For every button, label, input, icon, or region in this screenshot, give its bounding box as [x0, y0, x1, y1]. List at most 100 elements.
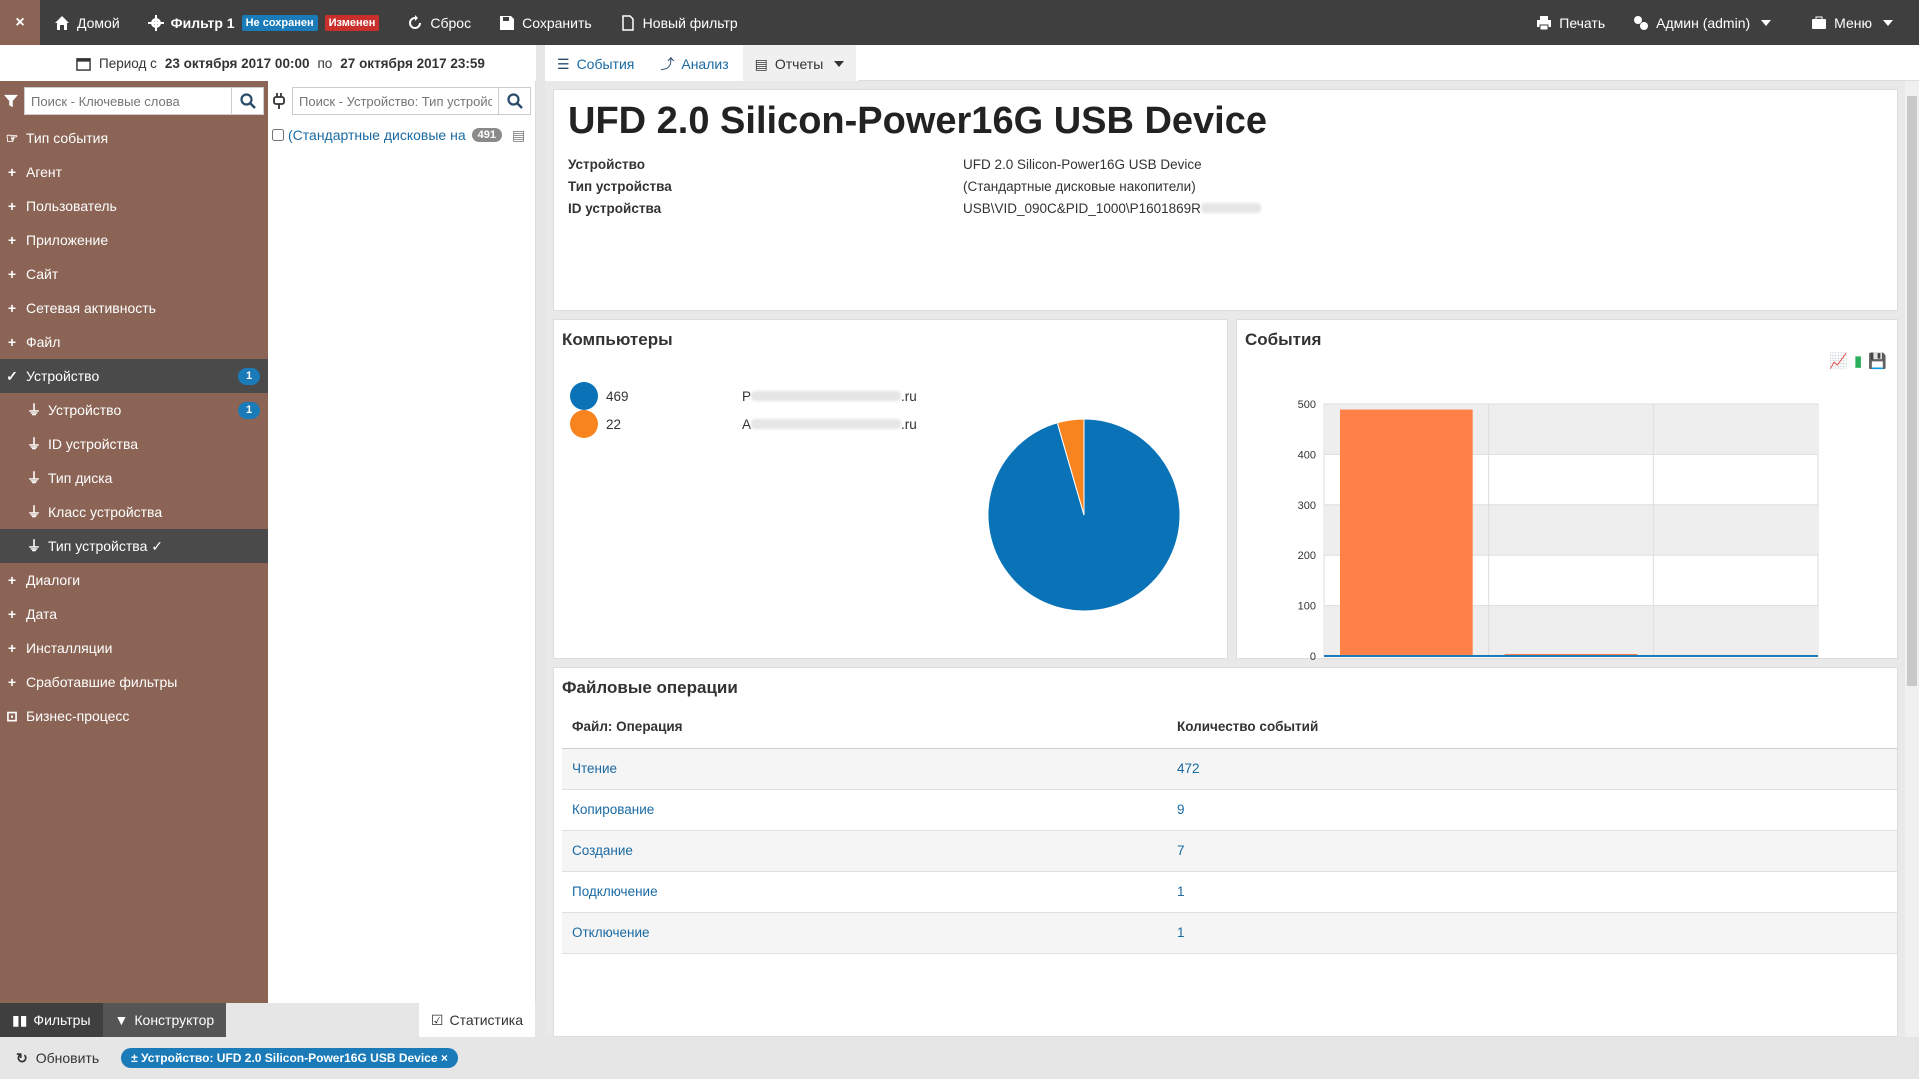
value-checkbox[interactable]: [272, 129, 284, 141]
scrollbar-thumb[interactable]: [1907, 96, 1917, 686]
filter-site[interactable]: + Сайт: [0, 257, 268, 291]
table-row[interactable]: Отключение 1: [562, 912, 1897, 954]
filter-date[interactable]: + Дата: [0, 597, 268, 631]
y-tick-label[interactable]: 0: [1310, 651, 1316, 660]
value-label: (Стандартные дисковые на: [288, 127, 466, 143]
period-prefix: Период с: [99, 55, 157, 71]
property-key: Тип устройства: [568, 178, 672, 194]
legend-item[interactable]: 22 A .ru: [570, 410, 917, 438]
count-cell[interactable]: 1: [1167, 912, 1897, 954]
print-icon: [1537, 15, 1552, 30]
active-filter-chip[interactable]: ± Устройство: UFD 2.0 Silicon-Power16G U…: [121, 1048, 458, 1068]
plug-icon: ⏚: [27, 504, 41, 520]
panel-splitter[interactable]: [536, 45, 545, 1003]
filter-label: Сайт: [26, 266, 59, 282]
table-row[interactable]: Подключение 1: [562, 871, 1897, 913]
filter-disk-type[interactable]: ⏚ Тип диска: [0, 461, 268, 495]
save-icon: [500, 15, 515, 30]
filter-agent[interactable]: + Агент: [0, 155, 268, 189]
y-tick-label[interactable]: 400: [1298, 449, 1316, 461]
events-bar-chart[interactable]: 5004003002001000Операции с файламиПерехв…: [1237, 360, 1899, 660]
operation-cell[interactable]: Создание: [562, 830, 1167, 872]
filter-user[interactable]: + Пользователь: [0, 189, 268, 223]
close-button[interactable]: ×: [0, 0, 40, 45]
filter-device-sub[interactable]: ⏚ Устройство 1: [0, 393, 268, 427]
print-label: Печать: [1559, 14, 1606, 31]
bar[interactable]: [1340, 409, 1473, 656]
count-cell[interactable]: 1: [1167, 871, 1897, 913]
checkbox-icon: ☑: [430, 1011, 444, 1028]
table-row[interactable]: Копирование 9: [562, 789, 1897, 831]
device-type-value[interactable]: (Стандартные дисковые на 491 ▤: [268, 121, 535, 149]
redacted-text: [751, 419, 902, 429]
main-menu[interactable]: Меню: [1797, 0, 1919, 45]
property-key: Устройство: [568, 156, 645, 172]
search-icon[interactable]: [231, 88, 263, 114]
count-cell[interactable]: 9: [1167, 789, 1897, 831]
table-row[interactable]: Чтение 472: [562, 748, 1897, 790]
filter-device-class[interactable]: ⏚ Класс устройства: [0, 495, 268, 529]
hand-icon: ☞: [5, 129, 19, 146]
y-tick-label[interactable]: 300: [1298, 500, 1316, 512]
funnel-icon: ▼: [114, 1012, 129, 1028]
refresh-button[interactable]: ↻ Обновить: [16, 1050, 99, 1067]
filter-device[interactable]: ✓ Устройство 1: [0, 359, 268, 393]
filter-file[interactable]: + Файл: [0, 325, 268, 359]
file-icon: [621, 14, 634, 31]
filter-menu[interactable]: Фильтр 1 Не сохранен Изменен: [134, 0, 394, 45]
column-header[interactable]: Файл: Операция: [562, 706, 1167, 749]
count-cell[interactable]: 7: [1167, 830, 1897, 872]
calendar-icon: [76, 57, 91, 71]
filter-label: Тип диска: [48, 470, 113, 486]
filter-installs[interactable]: + Инсталляции: [0, 631, 268, 665]
table-row[interactable]: Создание 7: [562, 830, 1897, 872]
filter-business[interactable]: ⊡ Бизнес-процесс: [0, 699, 268, 733]
legend-item[interactable]: 469 P .ru: [570, 382, 917, 410]
save-button[interactable]: Сохранить: [485, 0, 606, 45]
tab-statistics[interactable]: ☑ Статистика: [418, 1003, 535, 1037]
tab-reports[interactable]: ▤ Отчеты: [742, 45, 857, 81]
reset-button[interactable]: Сброс: [393, 0, 485, 45]
keyword-search-input[interactable]: [25, 88, 231, 114]
search-icon[interactable]: [498, 88, 530, 114]
tab-filters[interactable]: ▮▮ Фильтры: [0, 1003, 103, 1037]
filter-event-type[interactable]: ☞ Тип события: [0, 121, 268, 155]
filter-device-type[interactable]: ⏚ Тип устройства ✓: [0, 529, 268, 563]
computers-pie-chart[interactable]: [984, 415, 1184, 615]
y-tick-label[interactable]: 500: [1298, 399, 1316, 411]
y-tick-label[interactable]: 200: [1298, 550, 1316, 562]
tab-label: Отчеты: [774, 56, 824, 72]
tab-constructor[interactable]: ▼ Конструктор: [102, 1003, 227, 1037]
operation-cell[interactable]: Отключение: [562, 912, 1167, 954]
property-row: Устройство UFD 2.0 Silicon-Power16G USB D…: [568, 153, 1897, 175]
new-filter-button[interactable]: Новый фильтр: [606, 0, 752, 45]
refresh-icon: ↻: [16, 1049, 28, 1066]
period-from: 23 октября 2017 00:00: [164, 55, 310, 71]
home-button[interactable]: Домой: [40, 0, 134, 45]
tab-events[interactable]: ☰ События: [545, 45, 647, 81]
period-selector[interactable]: Период с 23 октября 2017 00:00 по 27 окт…: [40, 45, 537, 81]
plus-icon: +: [7, 198, 17, 214]
device-properties: Устройство UFD 2.0 Silicon-Power16G USB D…: [568, 153, 1897, 219]
filter-device-id[interactable]: ⏚ ID устройства: [0, 427, 268, 461]
list-icon[interactable]: ▤: [512, 127, 525, 144]
print-button[interactable]: Печать: [1522, 0, 1619, 45]
column-header[interactable]: Количество событий: [1167, 706, 1897, 749]
count-cell[interactable]: 472: [1167, 748, 1897, 790]
filter-triggered[interactable]: + Сработавшие фильтры: [0, 665, 268, 699]
tab-analysis[interactable]: ⤴ Анализ: [648, 45, 741, 81]
events-card: События 📈 ▮ 💾 5004003002001000Операции с…: [1236, 319, 1899, 660]
filter-dialogs[interactable]: + Диалоги: [0, 563, 268, 597]
operation-cell[interactable]: Копирование: [562, 789, 1167, 831]
operation-cell[interactable]: Подключение: [562, 871, 1167, 913]
line-chart-icon: ⤴: [660, 56, 675, 72]
vertical-scrollbar[interactable]: [1905, 81, 1919, 1037]
filter-network[interactable]: + Сетевая активность: [0, 291, 268, 325]
tab-label: События: [576, 56, 635, 72]
device-search-input[interactable]: [293, 88, 498, 114]
admin-menu[interactable]: Админ (admin): [1619, 0, 1797, 45]
operation-cell[interactable]: Чтение: [562, 748, 1167, 790]
chevron-down-icon: [1883, 19, 1893, 26]
y-tick-label[interactable]: 100: [1298, 601, 1316, 613]
filter-application[interactable]: + Приложение: [0, 223, 268, 257]
